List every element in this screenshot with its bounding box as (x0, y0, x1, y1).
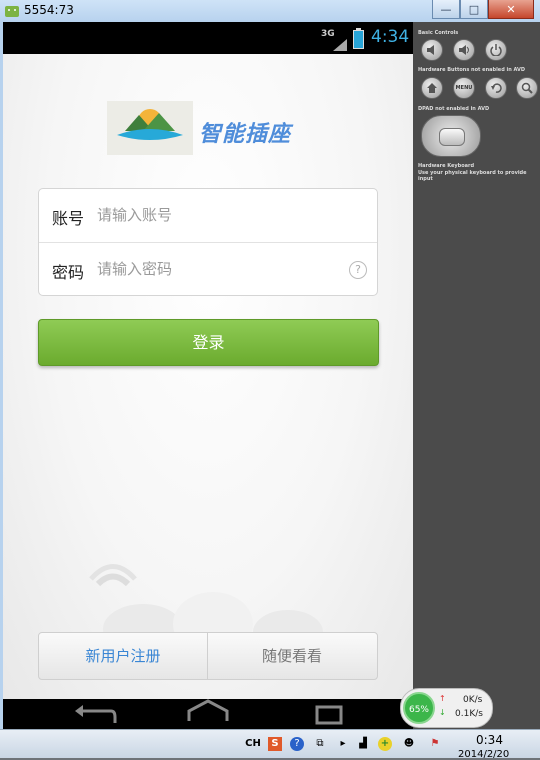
taskbar: CH S ? ⧉ ▸ ▟ + ☻ ⚑ 0:34 2014/2/20 (0, 729, 540, 760)
login-form: 账号 密码 ? (38, 188, 378, 296)
help-tray-icon[interactable]: ? (290, 737, 304, 751)
download-arrow-icon: ↓ (439, 708, 446, 717)
download-speed: 0.1K/s (455, 709, 483, 719)
volume-down-button[interactable] (421, 39, 443, 61)
window-titlebar: 5554:73 — □ ✕ (0, 0, 540, 23)
password-label: 密码 (52, 263, 85, 282)
upload-arrow-icon: ↑ (439, 694, 446, 703)
qq-tray-icon[interactable]: ☻ (402, 737, 416, 751)
battery-icon (353, 28, 364, 49)
home-icon (427, 83, 437, 93)
minimize-button[interactable]: — (432, 0, 460, 19)
bottom-actions: 新用户注册 随便看看 (38, 632, 378, 680)
network-tray-icon[interactable]: ⧉ (313, 737, 327, 751)
phone-screen: 3G 4:34 智能插座 账号 密码 ? (3, 22, 413, 729)
volume-up-button[interactable] (453, 39, 475, 61)
network-monitor[interactable]: 65% ↑ 0K/s ↓ 0.1K/s (400, 688, 493, 728)
power-icon (490, 44, 502, 56)
home-hw-button[interactable] (421, 77, 443, 99)
back-hw-button[interactable] (485, 77, 507, 99)
network-percent: 65% (403, 692, 435, 724)
login-button[interactable]: 登录 (38, 319, 379, 366)
logo (107, 101, 193, 155)
keyboard-label: Hardware Keyboard (418, 163, 475, 169)
clock-time[interactable]: 0:34 (476, 733, 503, 747)
browse-button[interactable]: 随便看看 (208, 633, 376, 679)
account-input[interactable] (97, 203, 337, 227)
maximize-button[interactable]: □ (460, 0, 488, 19)
cloud-decoration (3, 544, 413, 656)
menu-hw-button[interactable]: MENU (453, 77, 475, 99)
window-title: 5554:73 (24, 3, 74, 17)
upload-speed: 0K/s (463, 695, 483, 705)
password-row: 密码 ? (39, 243, 377, 296)
volume-down-icon (427, 45, 434, 55)
android-icon (4, 3, 20, 19)
dpad-control[interactable] (421, 115, 481, 157)
ime-indicator[interactable]: CH (244, 737, 262, 751)
close-button[interactable]: ✕ (488, 0, 534, 19)
status-bar: 3G 4:34 (3, 22, 413, 54)
dpad-label: DPAD not enabled in AVD (418, 106, 490, 112)
help-icon[interactable]: ? (349, 261, 367, 279)
plus-tray-icon[interactable]: + (378, 737, 392, 751)
status-time: 4:34 (371, 27, 410, 47)
clock-date[interactable]: 2014/2/20 (458, 749, 509, 760)
back-icon[interactable] (75, 705, 117, 723)
dpad-center[interactable] (439, 128, 465, 146)
volume-up-icon (459, 45, 469, 55)
recents-icon[interactable] (315, 705, 343, 725)
password-input[interactable] (97, 257, 337, 281)
brand-title: 智能插座 (199, 122, 292, 147)
signal-tray-icon[interactable]: ▟ (356, 737, 370, 751)
search-hw-button[interactable] (516, 77, 538, 99)
home-icon[interactable] (187, 699, 229, 721)
arrow-tray-icon[interactable]: ▸ (336, 737, 350, 751)
back-icon (491, 83, 502, 93)
nav-bar (3, 699, 413, 729)
hw-buttons-label: Hardware Buttons not enabled in AVD (418, 67, 526, 73)
search-icon (521, 82, 533, 94)
flag-tray-icon[interactable]: ⚑ (428, 737, 442, 751)
login-screen: 智能插座 账号 密码 ? 登录 新用户注册 随便看看 (3, 54, 413, 699)
sogou-icon[interactable]: S (268, 737, 282, 751)
emulator-controls-panel: Basic Controls Hardware Buttons not enab… (413, 22, 540, 729)
keyboard-hint: Use your physical keyboard to provide in… (418, 170, 527, 182)
power-button[interactable] (485, 39, 507, 61)
account-label: 账号 (52, 209, 85, 228)
basic-controls-label: Basic Controls (418, 30, 459, 36)
signal-icon (333, 36, 347, 51)
register-button[interactable]: 新用户注册 (39, 633, 208, 679)
account-row: 账号 (39, 189, 377, 243)
